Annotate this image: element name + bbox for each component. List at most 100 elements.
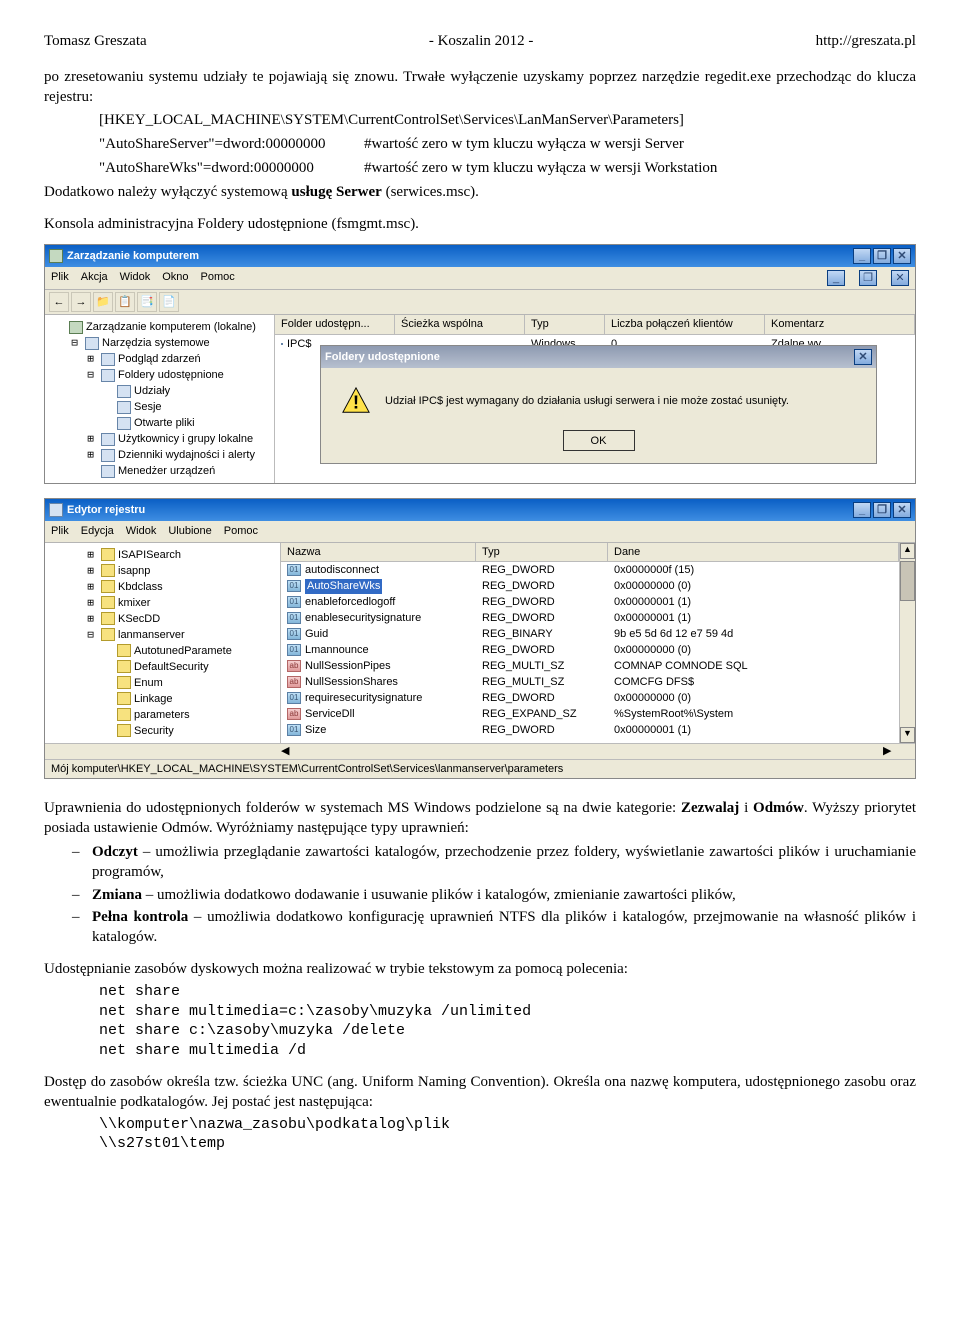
menu-window[interactable]: Okno bbox=[162, 270, 188, 286]
value-row[interactable]: abNullSessionSharesREG_MULTI_SZCOMCFG DF… bbox=[281, 674, 899, 690]
value-row[interactable]: 01enablesecuritysignatureREG_DWORD0x0000… bbox=[281, 610, 899, 626]
value-row[interactable]: 01SizeREG_DWORD0x00000001 (1) bbox=[281, 722, 899, 738]
header-left: Tomasz Greszata bbox=[44, 32, 147, 52]
tree-item[interactable]: ⊟Foldery udostępnione bbox=[47, 367, 272, 383]
col-folder[interactable]: Folder udostępn... bbox=[275, 315, 395, 334]
tree-item[interactable]: ⊟lanmanserver bbox=[47, 627, 278, 643]
up-icon[interactable]: 📁 bbox=[93, 292, 113, 312]
status-bar: Mój komputer\HKEY_LOCAL_MACHINE\SYSTEM\C… bbox=[45, 759, 915, 779]
window-title: Zarządzanie komputerem bbox=[67, 249, 199, 264]
list-pane: Folder udostępn... Ścieżka wspólna Typ L… bbox=[275, 315, 915, 483]
col-clients[interactable]: Liczba połączeń klientów bbox=[605, 315, 765, 334]
paragraph-3: Konsola administracyjna Foldery udostępn… bbox=[44, 215, 916, 235]
app-icon bbox=[49, 249, 63, 263]
ok-button[interactable]: OK bbox=[563, 430, 635, 451]
tree-item[interactable]: ⊞KSecDD bbox=[47, 611, 278, 627]
menu-file[interactable]: Plik bbox=[51, 524, 69, 539]
toolbar: ← → 📁 📋 📑 📄 bbox=[45, 290, 915, 315]
doc-minimize-icon[interactable]: _ bbox=[827, 270, 845, 286]
menu-help[interactable]: Pomoc bbox=[224, 524, 258, 539]
menu-bar: Plik Akcja Widok Okno Pomoc _ ❐ ✕ bbox=[45, 267, 915, 290]
tree-item[interactable]: DefaultSecurity bbox=[47, 659, 278, 675]
scroll-down-icon[interactable]: ▼ bbox=[900, 727, 915, 743]
close-icon[interactable]: ✕ bbox=[893, 248, 911, 264]
tree-item[interactable]: ⊟Narzędzia systemowe bbox=[47, 335, 272, 351]
value-row[interactable]: 01enableforcedlogoffREG_DWORD0x00000001 … bbox=[281, 594, 899, 610]
titlebar[interactable]: Edytor rejestru _ ❐ ✕ bbox=[45, 499, 915, 521]
tree-item[interactable]: Otwarte pliki bbox=[47, 415, 272, 431]
tree-item[interactable]: Security bbox=[47, 723, 278, 739]
tree-item[interactable]: Zarządzanie komputerem (lokalne) bbox=[47, 319, 272, 335]
back-icon[interactable]: ← bbox=[49, 292, 69, 312]
fwd-icon[interactable]: → bbox=[71, 292, 91, 312]
maximize-icon[interactable]: ❐ bbox=[873, 248, 891, 264]
value-row[interactable]: 01GuidREG_BINARY9b e5 5d 6d 12 e7 59 4d bbox=[281, 626, 899, 642]
menu-view[interactable]: Widok bbox=[126, 524, 157, 539]
doc-restore-icon[interactable]: ❐ bbox=[859, 270, 877, 286]
tree-item[interactable]: Menedżer urządzeń bbox=[47, 463, 272, 479]
window-registry-editor: Edytor rejestru _ ❐ ✕ Plik Edycja Widok … bbox=[44, 498, 916, 779]
close-icon[interactable]: ✕ bbox=[893, 502, 911, 518]
dialog-close-icon[interactable]: ✕ bbox=[854, 349, 872, 365]
value-row[interactable]: 01AutoShareWksREG_DWORD0x00000000 (0) bbox=[281, 578, 899, 594]
registry-path: [HKEY_LOCAL_MACHINE\SYSTEM\CurrentContro… bbox=[99, 111, 916, 131]
props-icon[interactable]: 📋 bbox=[115, 292, 135, 312]
col-comment[interactable]: Komentarz bbox=[765, 315, 915, 334]
value-row[interactable]: 01LmannounceREG_DWORD0x00000000 (0) bbox=[281, 642, 899, 658]
value-row[interactable]: abNullSessionPipesREG_MULTI_SZCOMNAP COM… bbox=[281, 658, 899, 674]
tree-item[interactable]: ⊞Dzienniki wydajności i alerty bbox=[47, 447, 272, 463]
header-right: http://greszata.pl bbox=[816, 32, 916, 52]
scroll-left-icon[interactable]: ◀ bbox=[281, 744, 297, 759]
dialog-titlebar[interactable]: Foldery udostępnione ✕ bbox=[321, 346, 876, 368]
tree-item[interactable]: parameters bbox=[47, 707, 278, 723]
svg-text:!: ! bbox=[353, 392, 359, 413]
tree-item[interactable]: ⊞ISAPISearch bbox=[47, 547, 278, 563]
minimize-icon[interactable]: _ bbox=[853, 248, 871, 264]
col-type[interactable]: Typ bbox=[476, 543, 608, 562]
col-path[interactable]: Ścieżka wspólna bbox=[395, 315, 525, 334]
warning-icon: ! bbox=[341, 386, 371, 416]
tree-item[interactable]: ⊞Użytkownicy i grupy lokalne bbox=[47, 431, 272, 447]
col-name[interactable]: Nazwa bbox=[281, 543, 476, 562]
permission-item: Zmiana – umożliwia dodatkowo dodawanie i… bbox=[92, 886, 916, 906]
col-data[interactable]: Dane bbox=[608, 543, 899, 562]
menu-view[interactable]: Widok bbox=[120, 270, 151, 286]
refresh-icon[interactable]: 📑 bbox=[137, 292, 157, 312]
scrollbar-horizontal[interactable]: ◀ ▶ bbox=[45, 743, 915, 759]
app-icon bbox=[49, 503, 63, 517]
menu-fav[interactable]: Ulubione bbox=[168, 524, 211, 539]
tree-pane: Zarządzanie komputerem (lokalne)⊟Narzędz… bbox=[45, 315, 275, 483]
menu-help[interactable]: Pomoc bbox=[201, 270, 235, 286]
tree-item[interactable]: ⊞Kbdclass bbox=[47, 579, 278, 595]
help-icon[interactable]: 📄 bbox=[159, 292, 179, 312]
tree-item[interactable]: ⊞isapnp bbox=[47, 563, 278, 579]
paragraph-5: Udostępnianie zasobów dyskowych można re… bbox=[44, 960, 916, 980]
tree-item[interactable]: ⊞kmixer bbox=[47, 595, 278, 611]
menu-action[interactable]: Akcja bbox=[81, 270, 108, 286]
scroll-thumb[interactable] bbox=[900, 561, 915, 601]
doc-close-icon[interactable]: ✕ bbox=[891, 270, 909, 286]
scroll-up-icon[interactable]: ▲ bbox=[900, 543, 915, 559]
maximize-icon[interactable]: ❐ bbox=[873, 502, 891, 518]
menu-file[interactable]: Plik bbox=[51, 270, 69, 286]
tree-item[interactable]: Enum bbox=[47, 675, 278, 691]
tree-item[interactable]: Sesje bbox=[47, 399, 272, 415]
tree-item[interactable]: Udziały bbox=[47, 383, 272, 399]
tree-item[interactable]: AutotunedParamete bbox=[47, 643, 278, 659]
paragraph-2: Dodatkowo należy wyłączyć systemową usłu… bbox=[44, 183, 916, 203]
titlebar[interactable]: Zarządzanie komputerem _ ❐ ✕ bbox=[45, 245, 915, 267]
value-row[interactable]: abServiceDllREG_EXPAND_SZ%SystemRoot%\Sy… bbox=[281, 706, 899, 722]
tree-item[interactable]: ⊞Podgląd zdarzeń bbox=[47, 351, 272, 367]
scroll-right-icon[interactable]: ▶ bbox=[883, 744, 899, 759]
menu-edit[interactable]: Edycja bbox=[81, 524, 114, 539]
paragraph-6: Dostęp do zasobów określa tzw. ścieżka U… bbox=[44, 1073, 916, 1113]
scrollbar-vertical[interactable]: ▲ ▼ bbox=[899, 543, 915, 743]
value-row[interactable]: 01requiresecuritysignatureREG_DWORD0x000… bbox=[281, 690, 899, 706]
col-type[interactable]: Typ bbox=[525, 315, 605, 334]
permission-item: Odczyt – umożliwia przeglądanie zawartoś… bbox=[92, 843, 916, 883]
net-share-commands: net share net share multimedia=c:\zasoby… bbox=[99, 982, 916, 1061]
minimize-icon[interactable]: _ bbox=[853, 502, 871, 518]
value-pane: Nazwa Typ Dane 01autodisconnectREG_DWORD… bbox=[281, 543, 899, 743]
value-row[interactable]: 01autodisconnectREG_DWORD0x0000000f (15) bbox=[281, 562, 899, 578]
tree-item[interactable]: Linkage bbox=[47, 691, 278, 707]
